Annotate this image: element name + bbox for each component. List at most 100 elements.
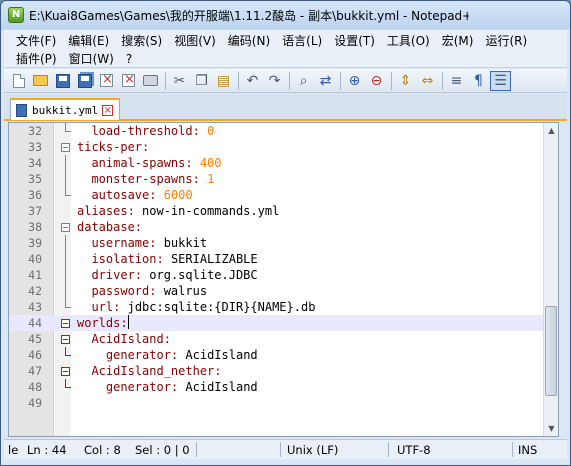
- menu-item[interactable]: 工具(O): [381, 32, 436, 50]
- scroll-up-icon[interactable]: ▲: [544, 123, 558, 138]
- code-line[interactable]: 34 animal-spawns: 400: [9, 155, 545, 171]
- print-icon[interactable]: [140, 71, 161, 91]
- code-line[interactable]: 43 url: jdbc:sqlite:{DIR}{NAME}.db: [9, 299, 545, 315]
- code-line[interactable]: 37 aliases: now-in-commands.yml: [9, 203, 545, 219]
- yaml-value: SERIALIZABLE: [170, 252, 258, 266]
- yaml-value: now-in-commands.yml: [142, 204, 280, 218]
- yaml-separator: :: [170, 348, 186, 362]
- find-icon[interactable]: ⌕: [293, 71, 314, 91]
- menu-item[interactable]: 窗口(W): [63, 50, 120, 68]
- code-line[interactable]: 32 load-threshold: 0: [9, 123, 545, 139]
- code-text: ticks-per:: [77, 139, 149, 155]
- code-line[interactable]: 48 generator: AcidIsland: [9, 379, 545, 395]
- toolbar-separator: [238, 71, 239, 90]
- copy-icon[interactable]: ❐: [191, 71, 212, 91]
- menu-item[interactable]: 宏(M): [436, 32, 480, 50]
- menu-item[interactable]: 编辑(E): [62, 32, 115, 50]
- close-icon[interactable]: [96, 71, 117, 91]
- code-line[interactable]: 49: [9, 395, 545, 411]
- fold-toggle-icon[interactable]: [61, 219, 73, 235]
- code-line[interactable]: 38 database:: [9, 219, 545, 235]
- status-eol: Unix (LF): [287, 443, 339, 457]
- fold-toggle-icon[interactable]: [61, 139, 73, 155]
- toolbar-separator: [442, 71, 443, 90]
- paste-icon[interactable]: ▤: [213, 71, 234, 91]
- show-all-chars-icon[interactable]: ¶: [468, 71, 489, 91]
- yaml-separator: :: [127, 204, 143, 218]
- code-editor[interactable]: 32 load-threshold: 0 33 ticks-per: 34 anima…: [8, 122, 559, 437]
- toolbar-separator: [289, 71, 290, 90]
- code-line[interactable]: 44 worlds:: [9, 315, 545, 331]
- fold-toggle-icon[interactable]: [61, 363, 73, 379]
- zoom-out-icon[interactable]: ⊖: [366, 71, 387, 91]
- code-line[interactable]: 42 password: walrus: [9, 283, 545, 299]
- open-folder-icon[interactable]: [30, 71, 51, 91]
- sync-horizontal-icon[interactable]: ⇔: [417, 71, 438, 91]
- yaml-key: monster-spawns: [91, 172, 193, 186]
- line-number: 40: [28, 252, 42, 266]
- menu-item[interactable]: 文件(F): [10, 32, 62, 50]
- yaml-separator: :: [156, 252, 171, 266]
- status-separator: [196, 442, 197, 457]
- line-number: 36: [28, 188, 42, 202]
- saved-file-icon: [16, 103, 27, 117]
- tab-bar: bukkit.yml ×: [4, 94, 567, 121]
- scrollbar-thumb[interactable]: [545, 306, 557, 396]
- tab-close-icon[interactable]: ×: [102, 104, 114, 116]
- yaml-separator: :: [134, 268, 150, 282]
- code-line[interactable]: 35 monster-spawns: 1: [9, 171, 545, 187]
- new-file-icon[interactable]: [8, 71, 29, 91]
- yaml-key: autosave: [91, 188, 150, 202]
- code-line[interactable]: 39 username: bukkit: [9, 235, 545, 251]
- zoom-in-icon[interactable]: ⊕: [344, 71, 365, 91]
- status-separator: [280, 442, 281, 457]
- yaml-value: 400: [199, 156, 222, 170]
- yaml-separator: :: [149, 284, 164, 298]
- menu-item[interactable]: 运行(R): [479, 32, 533, 50]
- title-bar[interactable]: N E:\Kuai8Games\Games\我的开服端\1.11.2酸岛 - 副…: [1, 1, 570, 29]
- undo-icon[interactable]: ↶: [242, 71, 263, 91]
- menu-item[interactable]: 设置(T): [328, 32, 381, 50]
- word-wrap-icon[interactable]: ≡: [446, 71, 467, 91]
- status-selection: Sel : 0 | 0: [135, 443, 190, 457]
- code-line[interactable]: 45 AcidIsland:: [9, 331, 545, 347]
- menu-item[interactable]: 编码(N): [222, 32, 276, 50]
- menu-item[interactable]: 视图(V): [168, 32, 222, 50]
- code-line[interactable]: 41 driver: org.sqlite.JDBC: [9, 267, 545, 283]
- menu-row-2: 插件(P) 窗口(W)?: [10, 50, 138, 68]
- code-line[interactable]: 36 autosave: 6000: [9, 187, 545, 203]
- menu-item[interactable]: 插件(P): [10, 50, 63, 68]
- code-line[interactable]: 46 generator: AcidIsland: [9, 347, 545, 363]
- yaml-key: aliases: [77, 204, 128, 218]
- fold-line-icon: [61, 155, 73, 171]
- scroll-down-icon[interactable]: ▼: [544, 421, 558, 436]
- code-text: username: bukkit: [77, 235, 207, 251]
- code-line[interactable]: 40 isolation: SERIALIZABLE: [9, 251, 545, 267]
- fold-toggle-icon[interactable]: [61, 331, 73, 347]
- fold-toggle-icon[interactable]: [61, 315, 73, 331]
- vertical-scrollbar[interactable]: ▲ ▼: [543, 123, 558, 436]
- cut-icon[interactable]: ✂: [169, 71, 190, 91]
- save-icon[interactable]: [52, 71, 73, 91]
- code-line[interactable]: 47 AcidIsland_nether:: [9, 363, 545, 379]
- menu-item[interactable]: ?: [120, 50, 138, 68]
- status-separator: [512, 442, 513, 457]
- replace-icon[interactable]: ⇄: [315, 71, 336, 91]
- tab-bukkit-yml[interactable]: bukkit.yml ×: [10, 98, 121, 120]
- window-title: E:\Kuai8Games\Games\我的开服端\1.11.2酸岛 - 副本\…: [29, 9, 469, 23]
- line-number: 41: [28, 268, 42, 282]
- redo-icon[interactable]: ↷: [264, 71, 285, 91]
- menu-item[interactable]: 搜索(S): [115, 32, 168, 50]
- yaml-separator: :: [185, 156, 200, 170]
- save-all-icon[interactable]: [74, 71, 95, 91]
- yaml-key: database: [77, 220, 135, 234]
- menu-item[interactable]: 语言(L): [276, 32, 328, 50]
- yaml-separator: :: [170, 380, 186, 394]
- indent-guide-icon[interactable]: ☰: [490, 70, 511, 91]
- close-all-icon[interactable]: [118, 71, 139, 91]
- sync-vertical-icon[interactable]: ⇕: [395, 71, 416, 91]
- code-line[interactable]: 33 ticks-per:: [9, 139, 545, 155]
- status-bar: le Ln : 44 Col : 8 Sel : 0 | 0 Unix (LF)…: [4, 439, 567, 459]
